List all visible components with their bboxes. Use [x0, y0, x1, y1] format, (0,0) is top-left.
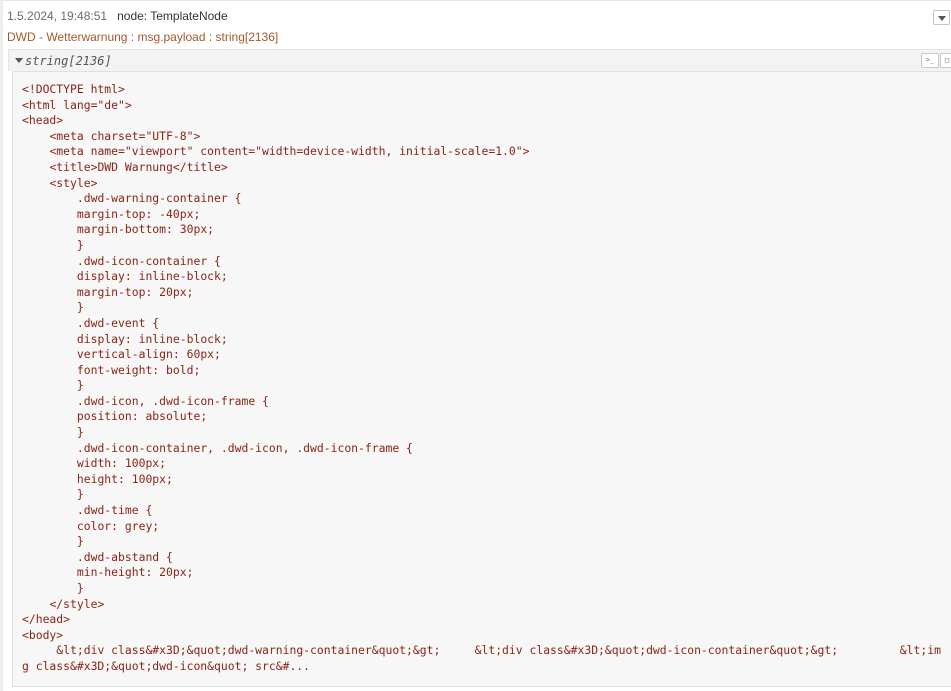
string-value-panel[interactable]: <!DOCTYPE html> <html lang="de"> <head> …	[12, 71, 951, 687]
copy-path-button[interactable]: >_	[921, 53, 939, 68]
value-header[interactable]: string[2136] >_ □	[8, 49, 951, 71]
message-meta: 1.5.2024, 19:48:51 node: TemplateNode	[7, 9, 228, 23]
node-label[interactable]: node: TemplateNode	[117, 9, 228, 23]
copy-icon: □	[944, 56, 950, 64]
node-prefix: node:	[117, 9, 151, 23]
terminal-icon: >_	[925, 56, 935, 64]
debug-message: 1.5.2024, 19:48:51 node: TemplateNode DWD…	[0, 0, 951, 691]
value-type-label[interactable]: string[2136]	[25, 54, 112, 68]
string-value-text: <!DOCTYPE html> <html lang="de"> <head> …	[22, 82, 941, 673]
message-timestamp: 1.5.2024, 19:48:51	[7, 9, 108, 23]
copy-value-button[interactable]: □	[940, 53, 951, 68]
message-menu-button[interactable]	[933, 10, 950, 25]
message-topic: DWD - Wetterwarnung : msg.payload : stri…	[7, 30, 279, 44]
caret-down-icon[interactable]	[15, 58, 23, 63]
node-name: TemplateNode	[150, 9, 228, 23]
